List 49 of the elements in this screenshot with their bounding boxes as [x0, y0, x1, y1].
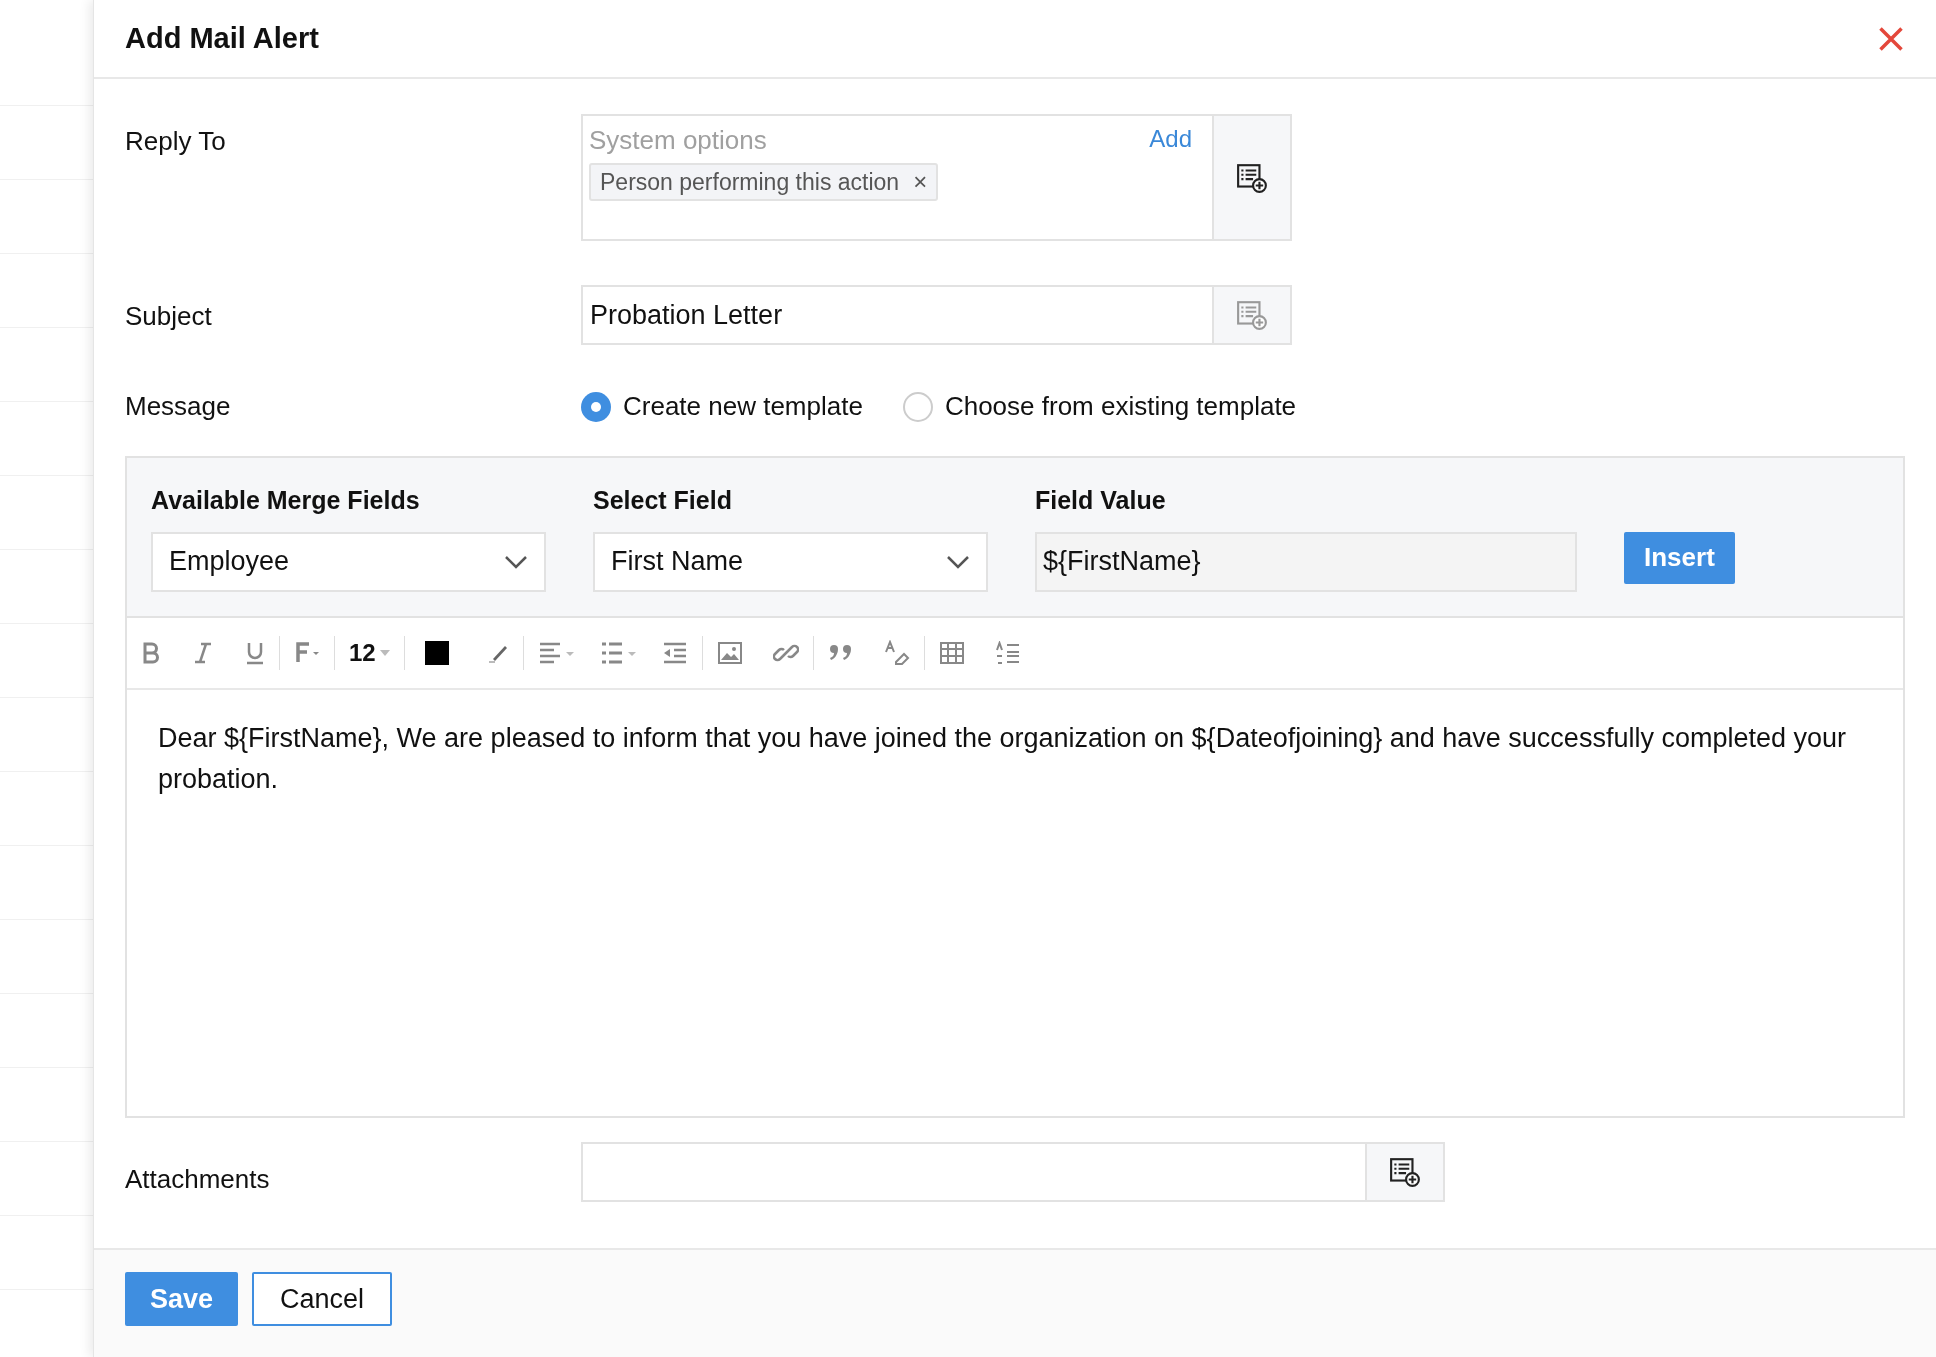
- quote-icon[interactable]: [827, 642, 854, 663]
- font-family-icon[interactable]: [294, 640, 320, 665]
- bullet-list-icon[interactable]: [599, 640, 636, 665]
- remove-tag-button[interactable]: ×: [913, 164, 928, 200]
- underline-icon[interactable]: [245, 640, 265, 665]
- field-label: Message: [125, 390, 232, 423]
- image-icon[interactable]: [716, 640, 743, 665]
- dialog-title: Add Mail Alert: [125, 20, 319, 56]
- subject-input[interactable]: Probation Letter: [583, 287, 1212, 343]
- placeholder-text: System options: [589, 124, 767, 157]
- radio-button[interactable]: [902, 391, 933, 422]
- radio-label[interactable]: Create new template: [623, 387, 863, 426]
- field-label: Reply To: [125, 125, 227, 158]
- field-value-input[interactable]: ${FirstName}: [1035, 531, 1577, 592]
- tag-label: Person performing this action: [600, 167, 900, 197]
- chevron-down-icon: [946, 554, 970, 569]
- message-body-text[interactable]: Dear ${FirstName}, We are pleased to inform that you have joined the organization on ${Dateofjoining} and have successfully completed your probation.: [127, 689, 1903, 800]
- attachments-field[interactable]: [581, 1141, 1445, 1202]
- clear-format-icon[interactable]: [883, 639, 910, 666]
- font-size-dropdown[interactable]: 12: [349, 634, 376, 671]
- radio-button[interactable]: [581, 391, 611, 422]
- reply-to-field[interactable]: System options Add Person performing this action ×: [581, 114, 1292, 241]
- select-field-dropdown[interactable]: First Name: [593, 531, 988, 592]
- bold-icon[interactable]: [141, 640, 161, 665]
- italic-icon[interactable]: [193, 640, 213, 665]
- field-label: Field Value: [1035, 485, 1167, 516]
- cancel-button[interactable]: Cancel: [252, 1272, 393, 1326]
- merge-field-dropdown[interactable]: Employee: [151, 531, 546, 592]
- align-left-icon[interactable]: [537, 640, 574, 665]
- insert-field-button[interactable]: [1212, 287, 1290, 343]
- caret-icon: [379, 649, 390, 656]
- attach-button[interactable]: [1365, 1143, 1443, 1200]
- close-icon[interactable]: [1877, 24, 1905, 53]
- field-label: Subject: [125, 300, 213, 333]
- field-label: Available Merge Fields: [151, 485, 421, 516]
- chevron-down-icon: [504, 554, 528, 569]
- list-plus-icon: [1389, 1155, 1421, 1188]
- subject-field[interactable]: Probation Letter: [581, 285, 1292, 345]
- field-label: Select Field: [593, 485, 733, 516]
- add-link[interactable]: Add: [1149, 121, 1192, 157]
- line-spacing-icon[interactable]: [994, 640, 1021, 665]
- insert-field-button[interactable]: [1212, 116, 1290, 239]
- list-plus-icon: [1236, 161, 1268, 194]
- outdent-icon[interactable]: [661, 640, 688, 665]
- text-color-swatch[interactable]: [424, 640, 449, 665]
- list-plus-icon: [1236, 299, 1268, 331]
- radio-label[interactable]: Choose from existing template: [944, 387, 1297, 426]
- field-label: Attachments: [125, 1163, 271, 1196]
- table-icon[interactable]: [938, 640, 965, 665]
